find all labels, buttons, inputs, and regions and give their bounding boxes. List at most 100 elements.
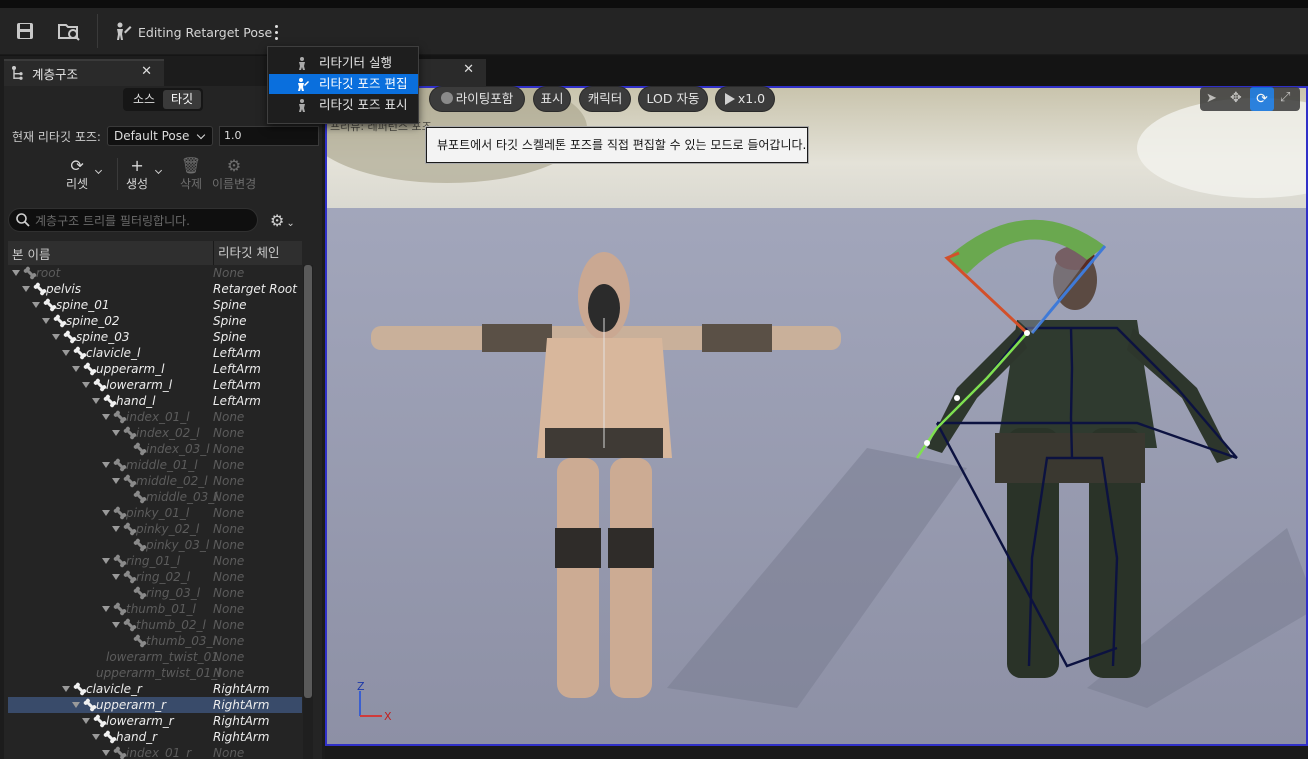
retarget-chain: None: [213, 666, 245, 680]
table-row[interactable]: index_02_l None: [8, 425, 302, 441]
table-row[interactable]: ring_03_l None: [8, 585, 302, 601]
table-row[interactable]: spine_01 Spine: [8, 297, 302, 313]
tree-expand-arrow-icon[interactable]: [92, 734, 100, 740]
tree-expand-arrow-icon[interactable]: [102, 462, 110, 468]
current-pose-dropdown[interactable]: Default Pose: [106, 126, 213, 146]
tab-hierarchy[interactable]: 계층구조 ✕: [4, 59, 164, 86]
tree-expand-arrow-icon[interactable]: [52, 334, 60, 340]
tree-expand-arrow-icon[interactable]: [112, 622, 120, 628]
close-icon[interactable]: ✕: [463, 62, 474, 77]
move-tool-icon[interactable]: ✥: [1230, 90, 1242, 106]
table-row[interactable]: upperarm_twist_01_l None: [8, 665, 302, 681]
tree-expand-arrow-icon[interactable]: [102, 750, 110, 756]
table-row[interactable]: thumb_03_l None: [8, 633, 302, 649]
table-row[interactable]: spine_02 Spine: [8, 313, 302, 329]
playback-speed-button[interactable]: x1.0: [716, 87, 774, 111]
table-row[interactable]: spine_03 Spine: [8, 329, 302, 345]
table-row[interactable]: hand_l LeftArm: [8, 393, 302, 409]
table-row[interactable]: lowerarm_twist_01 None: [8, 649, 302, 665]
target-toggle-button[interactable]: 타깃: [163, 90, 201, 109]
editing-mode-label: Editing Retarget Pose: [138, 24, 273, 40]
editing-mode-button[interactable]: Editing Retarget Pose: [112, 20, 272, 44]
character-menu-button[interactable]: 캐릭터: [580, 87, 630, 111]
pose-blend-field[interactable]: 1.0: [218, 126, 319, 146]
browse-asset-icon[interactable]: [57, 20, 81, 42]
save-icon[interactable]: [14, 20, 38, 42]
bone-icon: [123, 618, 137, 632]
tree-expand-arrow-icon[interactable]: [102, 558, 110, 564]
lod-menu-button[interactable]: LOD 자동: [639, 87, 707, 111]
tree-expand-arrow-icon[interactable]: [62, 686, 70, 692]
table-row[interactable]: thumb_01_l None: [8, 601, 302, 617]
tree-expand-arrow-icon[interactable]: [62, 350, 70, 356]
table-row[interactable]: pinky_02_l None: [8, 521, 302, 537]
hierarchy-filter-input[interactable]: 계층구조 트리를 필터링합니다.: [8, 208, 258, 232]
table-row[interactable]: middle_03_l None: [8, 489, 302, 505]
create-button[interactable]: + 생성: [126, 157, 148, 192]
tree-expand-arrow-icon[interactable]: [72, 702, 80, 708]
delete-button[interactable]: 🗑 삭제: [180, 157, 202, 192]
table-row[interactable]: thumb_02_l None: [8, 617, 302, 633]
retarget-chain: LeftArm: [213, 362, 261, 376]
table-row[interactable]: ring_01_l None: [8, 553, 302, 569]
menu-item-edit-retarget-pose[interactable]: 리타깃 포즈 편집: [269, 74, 418, 94]
tree-expand-arrow-icon[interactable]: [32, 302, 40, 308]
filter-settings-gear-icon[interactable]: ⚙ ⌄: [270, 211, 304, 231]
table-row[interactable]: upperarm_r RightArm: [8, 697, 302, 713]
reset-button[interactable]: ⟳ 리셋: [66, 157, 88, 192]
table-row[interactable]: ring_02_l None: [8, 569, 302, 585]
tree-expand-arrow-icon[interactable]: [92, 398, 100, 404]
tree-expand-arrow-icon[interactable]: [42, 318, 50, 324]
retarget-chain-column-header[interactable]: 리타깃 체인: [213, 241, 279, 265]
menu-item-run-retargeter[interactable]: 리타기터 실행: [269, 53, 418, 73]
lighting-toggle-button[interactable]: 라이팅포함: [430, 87, 524, 111]
bone-name: lowerarm_r: [106, 714, 174, 728]
tree-expand-arrow-icon[interactable]: [102, 414, 110, 420]
menu-item-show-retarget-pose[interactable]: 리타깃 포즈 표시: [269, 95, 418, 115]
tree-expand-arrow-icon[interactable]: [12, 270, 20, 276]
table-row[interactable]: index_01_l None: [8, 409, 302, 425]
tree-expand-arrow-icon[interactable]: [102, 606, 110, 612]
table-row[interactable]: pinky_01_l None: [8, 505, 302, 521]
tree-expand-arrow-icon[interactable]: [112, 574, 120, 580]
tree-expand-arrow-icon[interactable]: [112, 478, 120, 484]
rename-button[interactable]: ⚙ 이름변경: [212, 157, 256, 192]
select-tool-icon[interactable]: ➤: [1206, 91, 1217, 106]
tree-expand-arrow-icon[interactable]: [112, 430, 120, 436]
table-row[interactable]: middle_01_l None: [8, 457, 302, 473]
table-row[interactable]: lowerarm_l LeftArm: [8, 377, 302, 393]
main-toolbar: Editing Retarget Pose: [0, 8, 1308, 55]
close-icon[interactable]: ✕: [141, 64, 152, 79]
show-menu-button[interactable]: 표시: [534, 87, 570, 111]
character-label: 캐릭터: [587, 91, 623, 106]
table-row[interactable]: hand_r RightArm: [8, 729, 302, 745]
bone-name-column-header[interactable]: 본 이름: [8, 244, 50, 263]
table-row[interactable]: lowerarm_r RightArm: [8, 713, 302, 729]
source-toggle-button[interactable]: 소스: [125, 90, 163, 109]
table-row[interactable]: clavicle_r RightArm: [8, 681, 302, 697]
table-row[interactable]: index_01_r None: [8, 745, 302, 759]
table-row[interactable]: pinky_03_l None: [8, 537, 302, 553]
table-row[interactable]: middle_02_l None: [8, 473, 302, 489]
tree-expand-arrow-icon[interactable]: [112, 526, 120, 532]
table-row[interactable]: pelvis Retarget Root: [8, 281, 302, 297]
tree-expand-arrow-icon[interactable]: [22, 286, 30, 292]
rotate-tool-icon[interactable]: ⟳: [1250, 87, 1274, 111]
scale-tool-icon[interactable]: ⤢: [1280, 90, 1290, 105]
tree-expand-arrow-icon[interactable]: [82, 382, 90, 388]
table-row[interactable]: upperarm_l LeftArm: [8, 361, 302, 377]
bone-name: root: [36, 266, 61, 280]
tree-scrollbar-thumb[interactable]: [304, 265, 312, 698]
bone-name: lowerarm_l: [106, 378, 173, 392]
table-row[interactable]: root None: [8, 265, 302, 281]
table-row[interactable]: clavicle_l LeftArm: [8, 345, 302, 361]
viewport[interactable]: Z X: [325, 86, 1308, 746]
viewport-scene: Z X: [327, 88, 1306, 744]
kebab-menu-icon[interactable]: [268, 20, 284, 44]
table-row[interactable]: index_03_l None: [8, 441, 302, 457]
tree-expand-arrow-icon[interactable]: [82, 718, 90, 724]
retarget-chain: None: [213, 426, 245, 440]
bone-name: ring_03_l: [146, 586, 201, 600]
tree-expand-arrow-icon[interactable]: [102, 510, 110, 516]
tree-expand-arrow-icon[interactable]: [72, 366, 80, 372]
